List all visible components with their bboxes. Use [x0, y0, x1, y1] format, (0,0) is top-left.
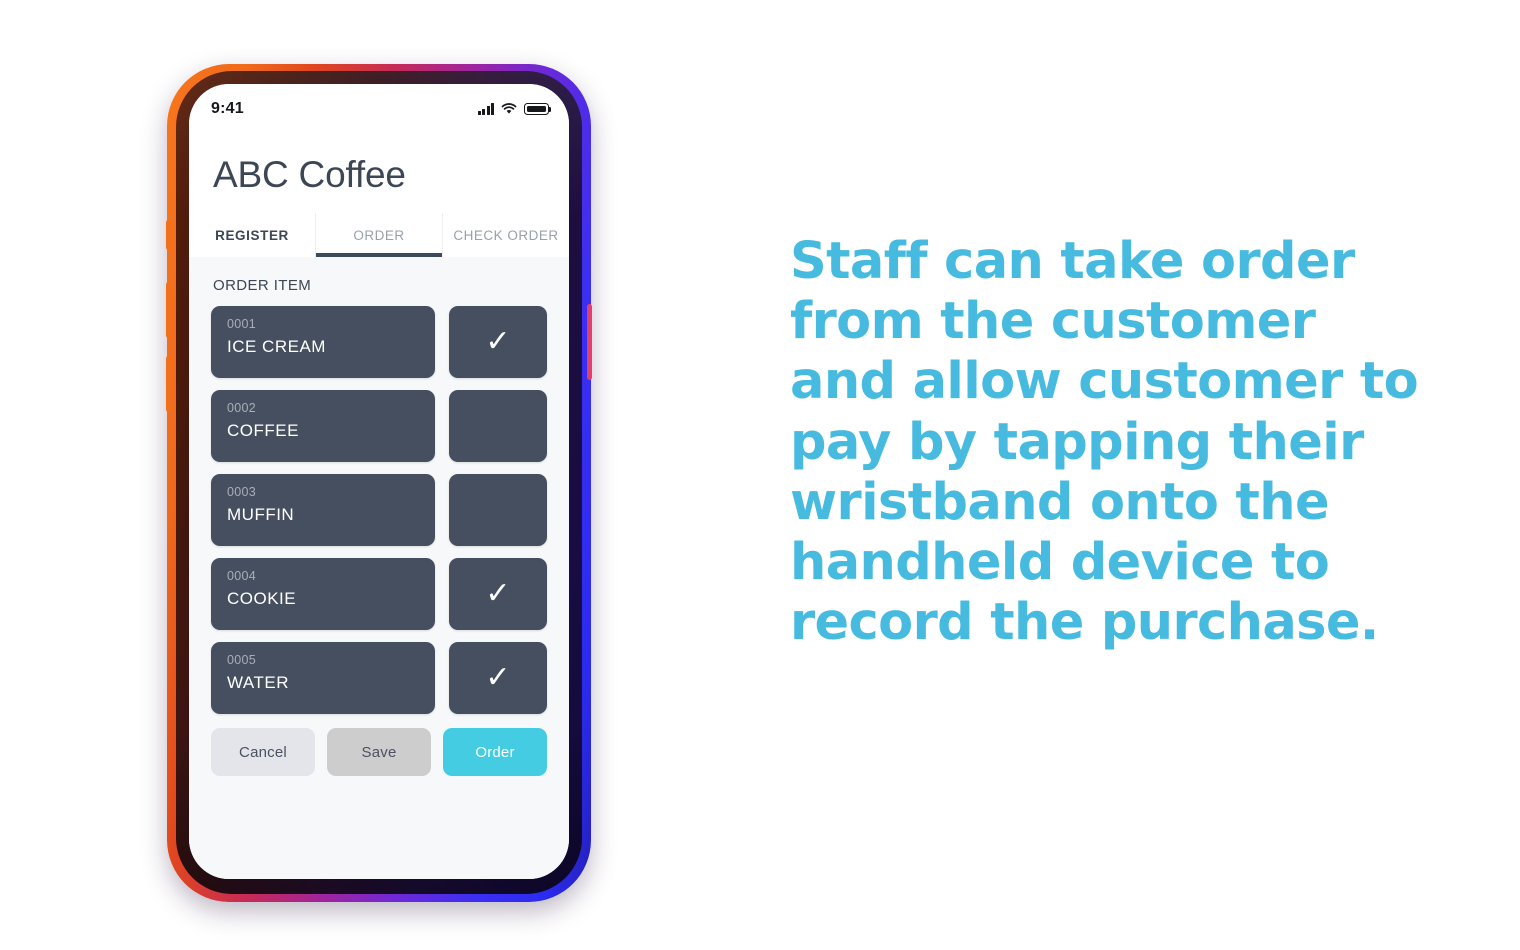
phone-power-button[interactable]: [587, 304, 592, 380]
order-item-name: WATER: [227, 672, 289, 692]
list-item: 0002 COFFEE ✓: [211, 390, 547, 462]
status-time: 9:41: [211, 100, 244, 117]
list-item: 0004 COOKIE ✓: [211, 558, 547, 630]
order-item-name: COOKIE: [227, 588, 297, 608]
page-title: ABC Coffee: [213, 154, 406, 195]
tab-bar: REGISTER ORDER CHECK ORDER: [189, 213, 569, 257]
tab-order-label: ORDER: [353, 227, 405, 243]
phone-mute-switch[interactable]: [166, 220, 171, 250]
order-item-checkbox-0005[interactable]: ✓: [449, 642, 547, 714]
order-item-name: MUFFIN: [227, 504, 295, 524]
app-header: ABC Coffee: [189, 128, 569, 213]
order-item-card-0004[interactable]: 0004 COOKIE: [211, 558, 435, 630]
check-icon: ✓: [485, 660, 511, 695]
order-item-checkbox-0001[interactable]: ✓: [449, 306, 547, 378]
wifi-icon: [501, 103, 517, 115]
order-item-code: 0004: [227, 569, 257, 583]
list-item: 0001 ICE CREAM ✓: [211, 306, 547, 378]
tab-register[interactable]: REGISTER: [189, 213, 315, 257]
order-panel: ORDER ITEM 0001 ICE CREAM ✓ 0002 COFFEE: [189, 257, 569, 879]
battery-icon: [524, 103, 552, 115]
order-item-name: COFFEE: [227, 420, 299, 440]
order-item-code: 0005: [227, 653, 257, 667]
check-icon: ✓: [485, 576, 511, 611]
tab-order-underline: [316, 253, 442, 257]
order-item-checkbox-0002[interactable]: ✓: [449, 390, 547, 462]
order-item-name: ICE CREAM: [227, 336, 326, 356]
order-item-checkbox-0004[interactable]: ✓: [449, 558, 547, 630]
tab-register-label: REGISTER: [215, 227, 289, 243]
list-item: 0003 MUFFIN ✓: [211, 474, 547, 546]
status-icon-group: [477, 103, 552, 115]
list-item: 0005 WATER ✓: [211, 642, 547, 714]
save-button[interactable]: Save: [327, 728, 431, 776]
cancel-button[interactable]: Cancel: [211, 728, 315, 776]
order-item-checkbox-0003[interactable]: ✓: [449, 474, 547, 546]
section-label-order-item: ORDER ITEM: [213, 277, 312, 294]
order-item-card-0002[interactable]: 0002 COFFEE: [211, 390, 435, 462]
action-button-row: Cancel Save Order: [211, 728, 547, 776]
tab-order[interactable]: ORDER: [315, 213, 442, 257]
check-icon: ✓: [485, 324, 511, 359]
order-item-card-0003[interactable]: 0003 MUFFIN: [211, 474, 435, 546]
order-item-card-0001[interactable]: 0001 ICE CREAM: [211, 306, 435, 378]
phone-screen: 9:41 ABC Coffee REGISTER ORDER CHECK ORD…: [189, 84, 569, 879]
status-bar: 9:41: [189, 84, 569, 128]
signal-bars-icon: [477, 103, 494, 115]
order-item-code: 0002: [227, 401, 257, 415]
page-root: 9:41 ABC Coffee REGISTER ORDER CHECK ORD…: [0, 0, 1520, 950]
phone-volume-up-button[interactable]: [166, 282, 171, 338]
phone-volume-down-button[interactable]: [166, 356, 171, 412]
order-item-card-0005[interactable]: 0005 WATER: [211, 642, 435, 714]
caption-text: Staff can take order from the customer a…: [790, 232, 1419, 653]
order-item-code: 0001: [227, 317, 257, 331]
tab-check-order-label: CHECK ORDER: [453, 227, 559, 243]
tab-check-order[interactable]: CHECK ORDER: [442, 213, 569, 257]
phone-mockup: 9:41 ABC Coffee REGISTER ORDER CHECK ORD…: [166, 64, 592, 902]
order-button[interactable]: Order: [443, 728, 547, 776]
order-item-code: 0003: [227, 485, 257, 499]
